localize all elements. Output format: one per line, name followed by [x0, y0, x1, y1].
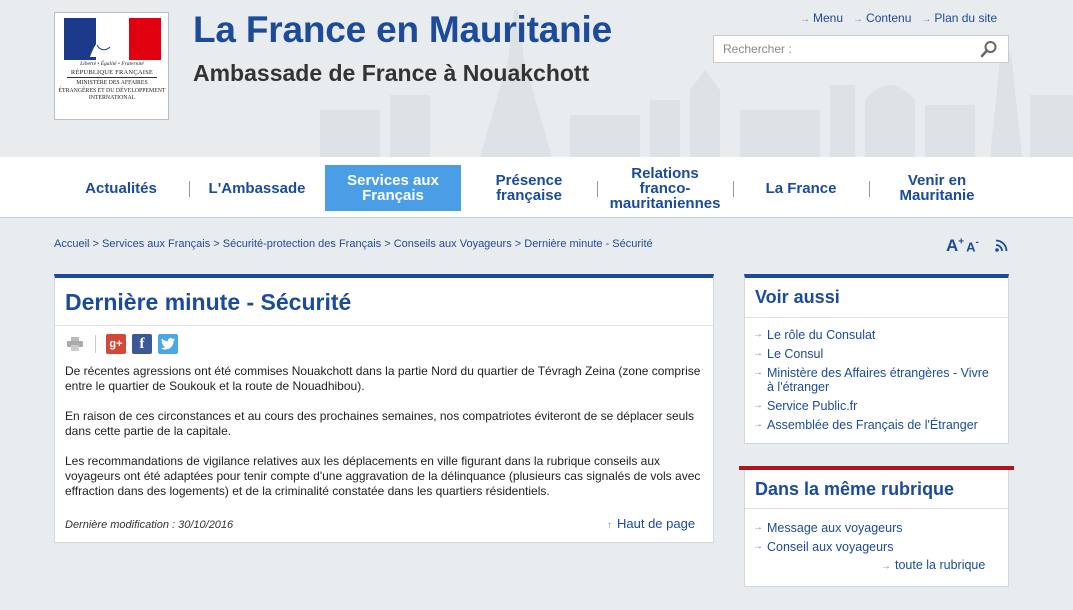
- main-nav: Actualités L'Ambassade Services aux Fran…: [0, 157, 1073, 218]
- meme-rubrique-box: Dans la même rubrique → Message aux voyag…: [744, 466, 1009, 587]
- article-paragraph: De récentes agressions ont été commises …: [65, 364, 701, 393]
- nav-relations-franco-mauritaniennes[interactable]: Relations franco-mauritaniennes: [598, 165, 732, 211]
- list-item[interactable]: → Ministère des Affaires étrangères - Viv…: [753, 366, 993, 394]
- arrow-icon: →: [753, 348, 763, 359]
- logo-ministry: MINISTÈRE DES AFFAIRES ÉTRANGÈRES ET DU …: [58, 80, 166, 102]
- article-paragraph: En raison de ces circonstances et au cou…: [65, 409, 695, 438]
- nav-la-france[interactable]: La France: [734, 165, 868, 211]
- voir-aussi-list: → Le rôle du Consulat → Le Consul → Ministè…: [753, 328, 993, 437]
- print-icon[interactable]: [67, 337, 83, 351]
- font-decrease-button[interactable]: A-: [966, 237, 979, 256]
- list-item[interactable]: → Le rôle du Consulat: [753, 328, 993, 342]
- list-item[interactable]: → Conseil aux voyageurs: [753, 540, 903, 554]
- republique-francaise-logo[interactable]: Liberté • Égalité • Fraternité RÉPUBLIQU…: [54, 12, 169, 120]
- toplink-menu[interactable]: → Menu: [800, 11, 843, 25]
- toplink-contenu[interactable]: → Contenu: [853, 11, 911, 25]
- breadcrumb-services[interactable]: Services aux Français: [102, 238, 210, 250]
- breadcrumb-accueil[interactable]: Accueil: [54, 238, 89, 250]
- list-item[interactable]: → Message aux voyageurs: [753, 521, 903, 535]
- arrow-icon: →: [881, 561, 891, 572]
- nav-presence-francaise[interactable]: Présence française: [462, 165, 596, 211]
- share-bar: g+ f: [67, 334, 178, 354]
- toplink-plan-du-site[interactable]: → Plan du site: [921, 11, 997, 25]
- arrow-icon: →: [921, 14, 932, 25]
- site-title[interactable]: La France en Mauritanie: [193, 9, 612, 51]
- list-item[interactable]: → Assemblée des Français de l'Étranger: [753, 418, 993, 432]
- nav-venir-en-mauritanie[interactable]: Venir en Mauritanie: [870, 165, 1004, 211]
- search-input[interactable]: [714, 36, 974, 62]
- page-title: Dernière minute - Sécurité: [65, 289, 352, 315]
- arrow-icon: →: [753, 419, 763, 430]
- nav-services-aux-francais[interactable]: Services aux Français: [325, 165, 461, 211]
- nav-ambassade[interactable]: L'Ambassade: [190, 165, 324, 211]
- arrow-up-icon: ↑: [607, 520, 612, 531]
- nav-actualites[interactable]: Actualités: [54, 165, 188, 211]
- all-rubrique-link[interactable]: → toute la rubrique: [881, 558, 985, 572]
- site-subtitle: Ambassade de France à Nouakchott: [193, 60, 590, 86]
- list-item[interactable]: → Le Consul: [753, 347, 993, 361]
- font-size-tools: A+ A-: [946, 236, 979, 256]
- search-box: [713, 35, 1009, 63]
- facebook-icon[interactable]: f: [132, 334, 152, 354]
- meme-rubrique-title: Dans la même rubrique: [755, 479, 955, 499]
- font-increase-button[interactable]: A+: [946, 236, 964, 256]
- meme-rubrique-list: → Message aux voyageurs → Conseil aux voya…: [753, 521, 903, 559]
- header: Liberté • Égalité • Fraternité RÉPUBLIQU…: [0, 0, 1073, 157]
- logo-motto: Liberté • Égalité • Fraternité: [80, 61, 144, 67]
- list-item[interactable]: → Service Public.fr: [753, 399, 993, 413]
- section-accent-bar: [739, 466, 1014, 470]
- google-plus-icon[interactable]: g+: [106, 334, 126, 354]
- arrow-icon: →: [753, 400, 763, 411]
- arrow-icon: →: [753, 541, 763, 552]
- breadcrumb: Accueil > Services aux Français > Sécuri…: [54, 238, 653, 250]
- arrow-icon: →: [853, 14, 864, 25]
- breadcrumb-current: Dernière minute - Sécurité: [524, 238, 653, 250]
- article-paragraph: Les recommandations de vigilance relativ…: [65, 454, 701, 498]
- marianne-icon: [90, 23, 118, 57]
- breadcrumb-conseils[interactable]: Conseils aux Voyageurs: [394, 238, 512, 250]
- arrow-icon: →: [753, 367, 763, 378]
- twitter-icon[interactable]: [158, 334, 178, 354]
- arrow-icon: →: [753, 329, 763, 340]
- search-icon[interactable]: [980, 40, 998, 58]
- voir-aussi-box: Voir aussi → Le rôle du Consulat → Le Cons…: [744, 274, 1009, 444]
- rss-icon[interactable]: [995, 239, 1008, 252]
- arrow-icon: →: [800, 14, 810, 25]
- logo-republic: RÉPUBLIQUE FRANÇAISE: [70, 69, 154, 76]
- arrow-icon: →: [753, 522, 763, 533]
- breadcrumb-securite[interactable]: Sécurité-protection des Français: [223, 238, 381, 250]
- voir-aussi-title: Voir aussi: [755, 287, 840, 307]
- article: Dernière minute - Sécurité g+ f De récen…: [54, 274, 714, 543]
- back-to-top-link[interactable]: ↑ Haut de page: [607, 516, 695, 531]
- top-links: → Menu → Contenu → Plan du site: [800, 11, 997, 25]
- last-modified: Dernière modification : 30/10/2016: [65, 519, 234, 531]
